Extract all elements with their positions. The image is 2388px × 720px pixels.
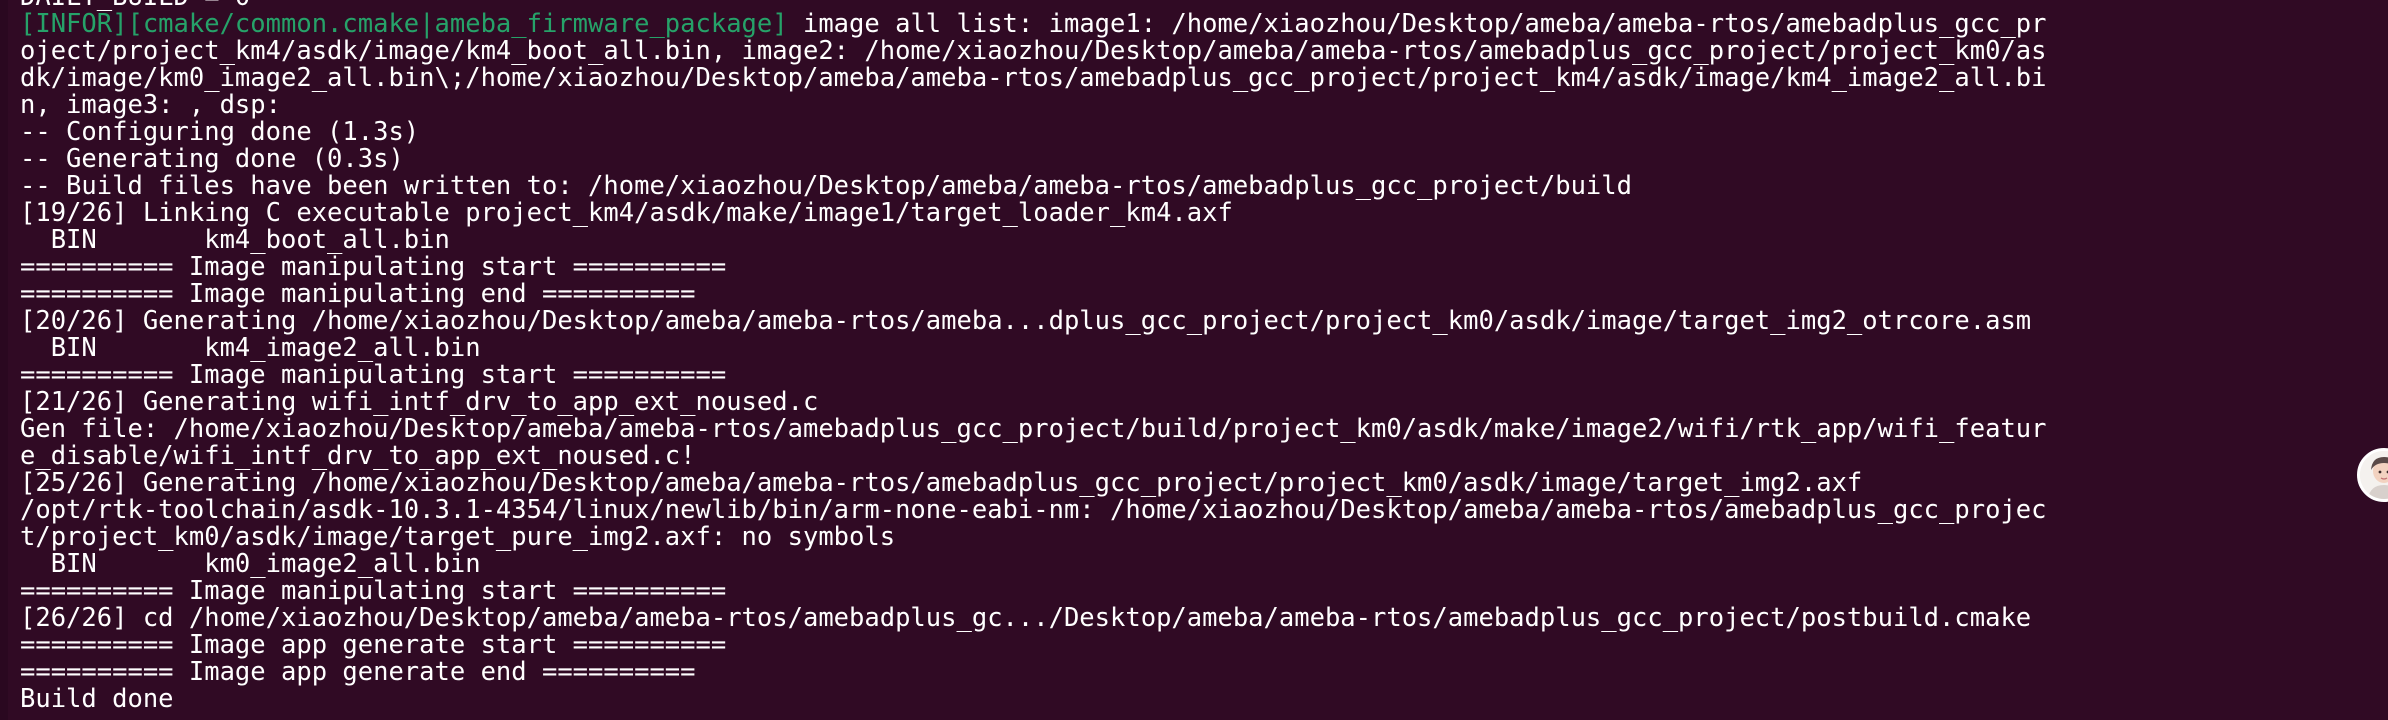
log-text: -- Build files have been written to: /ho… (20, 171, 1632, 201)
terminal-line: n, image3: , dsp: (20, 92, 2388, 119)
log-text: e_disable/wifi_intf_drv_to_app_ext_nouse… (20, 441, 696, 471)
log-text: image all list: image1: /home/xiaozhou/D… (787, 9, 2047, 39)
terminal-line: Gen file: /home/xiaozhou/Desktop/ameba/a… (20, 416, 2388, 443)
log-text: dk/image/km0_image2_all.bin\;/home/xiaoz… (20, 63, 2047, 93)
log-text: [26/26] cd /home/xiaozhou/Desktop/ameba/… (20, 603, 2032, 633)
terminal-window[interactable]: DAILY_BUILD = 0[INFOR][cmake/common.cmak… (0, 0, 2388, 720)
terminal-line: oject/project_km4/asdk/image/km4_boot_al… (20, 38, 2388, 65)
terminal-line: ========== Image app generate end ======… (20, 659, 2388, 686)
log-text: n, image3: , dsp: (20, 90, 281, 120)
log-text: ========== Image app generate start ====… (20, 630, 727, 660)
terminal-line: [19/26] Linking C executable project_km4… (20, 200, 2388, 227)
log-text: ========== Image manipulating end ======… (20, 279, 696, 309)
log-text: oject/project_km4/asdk/image/km4_boot_al… (20, 36, 2047, 66)
log-text: ========== Image manipulating start ====… (20, 252, 727, 282)
terminal-line: [25/26] Generating /home/xiaozhou/Deskto… (20, 470, 2388, 497)
log-text: Gen file: /home/xiaozhou/Desktop/ameba/a… (20, 414, 2047, 444)
log-text: [21/26] Generating wifi_intf_drv_to_app_… (20, 387, 819, 417)
terminal-line: t/project_km0/asdk/image/target_pure_img… (20, 524, 2388, 551)
log-text: BIN km0_image2_all.bin (20, 549, 481, 579)
log-text: BIN km4_image2_all.bin (20, 333, 481, 363)
terminal-line: e_disable/wifi_intf_drv_to_app_ext_nouse… (20, 443, 2388, 470)
terminal-line: ========== Image app generate start ====… (20, 632, 2388, 659)
terminal-line: ========== Image manipulating start ====… (20, 578, 2388, 605)
terminal-line: ========== Image manipulating start ====… (20, 254, 2388, 281)
terminal-line: BIN km4_boot_all.bin (20, 227, 2388, 254)
log-tag: [INFOR][cmake/common.cmake|ameba_firmwar… (20, 9, 788, 39)
log-text: [25/26] Generating /home/xiaozhou/Deskto… (20, 468, 1863, 498)
terminal-line: dk/image/km0_image2_all.bin\;/home/xiaoz… (20, 65, 2388, 92)
log-text: [19/26] Linking C executable project_km4… (20, 198, 1233, 228)
terminal-output: DAILY_BUILD = 0[INFOR][cmake/common.cmak… (20, 0, 2388, 713)
log-text: ========== Image app generate end ======… (20, 657, 696, 687)
log-text: [20/26] Generating /home/xiaozhou/Deskto… (20, 306, 2032, 336)
terminal-line: ========== Image manipulating start ====… (20, 362, 2388, 389)
log-text: ========== Image manipulating start ====… (20, 360, 727, 390)
terminal-line: [21/26] Generating wifi_intf_drv_to_app_… (20, 389, 2388, 416)
log-text: /opt/rtk-toolchain/asdk-10.3.1-4354/linu… (20, 495, 2047, 525)
terminal-line: -- Build files have been written to: /ho… (20, 173, 2388, 200)
terminal-line: BIN km0_image2_all.bin (20, 551, 2388, 578)
window-edge (0, 0, 8, 720)
terminal-line: [INFOR][cmake/common.cmake|ameba_firmwar… (20, 11, 2388, 38)
avatar-figure-icon (2360, 451, 2388, 499)
log-text: Build done (20, 684, 174, 714)
terminal-line: BIN km4_image2_all.bin (20, 335, 2388, 362)
terminal-line: ========== Image manipulating end ======… (20, 281, 2388, 308)
terminal-line: Build done (20, 686, 2388, 713)
log-text: BIN km4_boot_all.bin (20, 225, 450, 255)
log-text: -- Generating done (0.3s) (20, 144, 404, 174)
terminal-line: [26/26] cd /home/xiaozhou/Desktop/ameba/… (20, 605, 2388, 632)
terminal-line: /opt/rtk-toolchain/asdk-10.3.1-4354/linu… (20, 497, 2388, 524)
terminal-line: [20/26] Generating /home/xiaozhou/Deskto… (20, 308, 2388, 335)
terminal-line: -- Configuring done (1.3s) (20, 119, 2388, 146)
log-text: -- Configuring done (1.3s) (20, 117, 420, 147)
terminal-line: -- Generating done (0.3s) (20, 146, 2388, 173)
log-text: t/project_km0/asdk/image/target_pure_img… (20, 522, 896, 552)
log-text: ========== Image manipulating start ====… (20, 576, 727, 606)
